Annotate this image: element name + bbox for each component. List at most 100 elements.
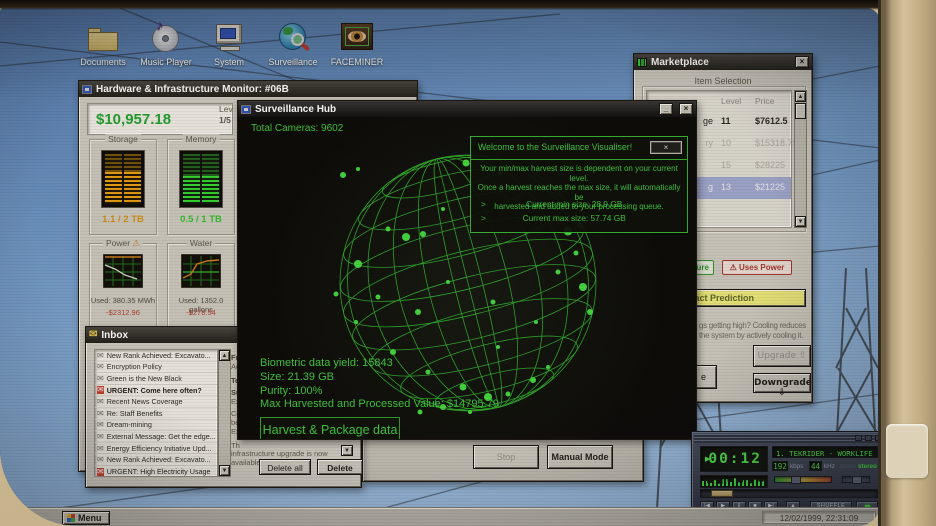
spectrum-analyzer — [700, 475, 768, 488]
message-row-urgent[interactable]: ✉URGENT: High Electricity Usage — [95, 466, 217, 477]
surveillance-hub-titlebar[interactable]: Surveillance Hub _ × — [238, 101, 696, 117]
item-list-scrollbar[interactable]: ▲ ▼ — [794, 90, 807, 228]
level-value: 1/5 — [219, 115, 231, 125]
harvest-package-button[interactable]: Harvest & Package data — [260, 417, 400, 439]
shade-icon[interactable] — [865, 435, 872, 441]
power-cost: -$2312.96 — [90, 308, 156, 317]
harvest-size: Size: 21.39 GB — [260, 371, 499, 385]
message-row[interactable]: ✉External Message: Get the edge... — [95, 431, 217, 443]
close-icon[interactable]: × — [795, 56, 809, 68]
prompt-glyph: > — [481, 199, 486, 209]
desktop-icon-surveillance[interactable]: Surveillance — [261, 20, 325, 67]
monitor-icon — [241, 105, 251, 114]
dialog-line1: Your min/max harvest size is dependent o… — [475, 164, 683, 183]
taskbar: Menu 12/02/1999, 22:31:09 — [0, 508, 880, 526]
envelope-icon: ✉ — [97, 397, 104, 406]
max-size: Current max size: 57.74 GB — [488, 213, 660, 223]
track-title-display: 1. TEKRIDER - WORKLIFE (3:48) — [772, 446, 878, 458]
time-value: 00:12 — [708, 451, 762, 467]
window-title: Surveillance Hub — [255, 104, 653, 115]
minimize-icon[interactable]: _ — [659, 103, 673, 115]
message-row[interactable]: ✉New Rank Achieved: Excavato... — [95, 350, 217, 362]
marketplace-icon — [637, 58, 647, 67]
desktop-icon-faceminer[interactable]: FACEMINER — [325, 20, 389, 67]
storage-value: 1.1 / 2 TB — [90, 214, 156, 225]
power-used: Used: 380.35 MWh — [90, 296, 156, 305]
uses-power-badge: ⚠ Uses Power — [722, 260, 792, 275]
balance-slider[interactable] — [842, 476, 870, 483]
harvest-stats: Biometric data yield: 15843 Size: 21.39 … — [260, 357, 499, 412]
delete-all-button[interactable]: Delete all — [259, 459, 311, 475]
clock: 12/02/1999, 22:31:09 — [762, 511, 876, 524]
envelope-icon: ✉ — [97, 432, 104, 441]
bezel-sticker — [886, 424, 928, 478]
surveillance-canvas: Total Cameras: 9602 Welcome to the Surve… — [238, 117, 696, 439]
menu-button[interactable]: Menu — [62, 511, 110, 525]
seek-bar[interactable] — [700, 489, 878, 498]
message-row[interactable]: ✉Re: Staff Benefits — [95, 408, 217, 420]
scroll-down-icon[interactable]: ▼ — [795, 216, 806, 227]
computer-icon — [211, 20, 247, 54]
window-title: Marketplace — [651, 57, 789, 68]
water-label: Water — [187, 238, 215, 248]
message-row[interactable]: ✉Recent News Coverage — [95, 396, 217, 408]
envelope-icon: ✉ — [97, 444, 104, 453]
bitrate-value: 192 — [772, 461, 788, 471]
storage-label: Storage — [105, 134, 141, 144]
power-graph — [103, 254, 143, 288]
hardware-monitor-titlebar[interactable]: Hardware & Infrastructure Monitor: #06B — [79, 81, 417, 97]
marketplace-titlebar[interactable]: Marketplace × — [634, 54, 812, 70]
detail-scroll-down-icon[interactable]: ▼ — [341, 445, 353, 456]
envelope-icon: ✉ — [97, 351, 104, 360]
background-app-panel: Stop Manual Mode — [362, 434, 644, 482]
samplerate-value: 44 — [809, 461, 822, 471]
message-row[interactable]: ✉Encryption Policy — [95, 362, 217, 374]
total-cameras: Total Cameras: 9602 — [251, 123, 343, 134]
message-list: ✉New Rank Achieved: Excavato... ✉Encrypt… — [94, 349, 218, 477]
memory-label: Memory — [183, 134, 220, 144]
volume-slider[interactable] — [774, 476, 832, 483]
welcome-dialog: Welcome to the Surveillance Visualiser! … — [470, 136, 688, 233]
envelope-icon: ✉ — [97, 420, 104, 429]
upgrade-button[interactable]: Upgrade ⇧ — [753, 345, 811, 367]
manual-mode-button[interactable]: Manual Mode — [547, 445, 613, 469]
prompt-glyph: > — [481, 213, 486, 223]
stop-button[interactable]: Stop — [473, 445, 539, 469]
harvest-purity: Purity: 100% — [260, 385, 499, 399]
delete-button[interactable]: Delete — [317, 459, 363, 475]
window-title: Hardware & Infrastructure Monitor: #06B — [96, 84, 289, 95]
close-icon[interactable]: × — [679, 103, 693, 115]
surveillance-hub-window: Surveillance Hub _ × — [237, 100, 697, 440]
bitrate-unit: kbps — [790, 463, 803, 470]
storage-group: Storage 1.1 / 2 TB — [89, 139, 157, 235]
envelope-icon: ✉ — [97, 409, 104, 418]
desktop-icon-system[interactable]: System — [197, 20, 261, 67]
window-title: Inbox — [101, 330, 128, 341]
desktop: Documents ♪ Music Player System S — [0, 8, 880, 526]
message-row[interactable]: ✉New Rank Achieved: Excavato... — [95, 454, 217, 466]
minimize-icon[interactable] — [855, 435, 862, 441]
dialog-close-button[interactable]: × — [650, 141, 682, 154]
storage-meter — [101, 150, 145, 208]
desktop-icon-documents[interactable]: Documents — [71, 20, 135, 67]
message-row[interactable]: ✉Energy Efficiency Initiative Upd... — [95, 443, 217, 455]
message-row-urgent[interactable]: ✉URGENT: Come here often? — [95, 385, 217, 397]
section-label: Item Selection — [634, 76, 812, 86]
memory-meter — [179, 150, 223, 208]
message-row[interactable]: ✉Dream-mining — [95, 420, 217, 432]
player-titlebar[interactable] — [694, 434, 880, 443]
scroll-up-icon[interactable]: ▲ — [795, 91, 806, 102]
desktop-icon-music-player[interactable]: ♪ Music Player — [134, 20, 198, 67]
seek-handle[interactable] — [711, 490, 733, 497]
harvest-value: Max Harvested and Processed Value: $1479… — [260, 398, 499, 412]
cd-icon: ♪ — [148, 20, 184, 54]
os-logo-icon — [67, 514, 75, 522]
globe-magnifier-icon — [275, 20, 311, 54]
column-price: Price — [755, 96, 774, 106]
water-graph — [181, 254, 221, 288]
downgrade-button[interactable]: Downgrade ⇩ — [753, 373, 811, 393]
envelope-icon: ✉ — [97, 362, 104, 371]
computer-icon — [82, 85, 92, 94]
message-row[interactable]: ✉Green is the New Black — [95, 373, 217, 385]
scroll-thumb[interactable] — [795, 103, 806, 119]
